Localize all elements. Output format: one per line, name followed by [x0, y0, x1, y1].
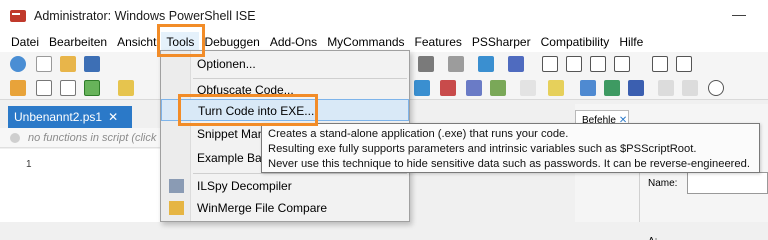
- pane-icon[interactable]: [652, 56, 668, 72]
- menu-datei[interactable]: Datei: [6, 32, 44, 52]
- tooltip-line: Never use this technique to hide sensiti…: [268, 158, 750, 170]
- pane-split-icon[interactable]: [676, 56, 692, 72]
- menu-bearbeiten[interactable]: Bearbeiten: [44, 32, 112, 52]
- new-file-icon[interactable]: [36, 56, 52, 72]
- menu-pssharper[interactable]: PSSharper: [467, 32, 536, 52]
- tool-b-icon[interactable]: [440, 80, 456, 96]
- powershell-icon: [10, 10, 26, 22]
- format-icon[interactable]: [36, 80, 52, 96]
- name-label: Name:: [648, 178, 678, 189]
- tooltip: Creates a stand-alone application (.exe)…: [261, 123, 760, 173]
- tool-i-icon[interactable]: [628, 80, 644, 96]
- line-number: 1: [26, 159, 32, 170]
- layout-side-icon[interactable]: [590, 56, 606, 72]
- menu-mycommands[interactable]: MyCommands: [322, 32, 409, 52]
- menu-features[interactable]: Features: [410, 32, 467, 52]
- layout-max-icon[interactable]: [614, 56, 630, 72]
- debug-icon[interactable]: [448, 56, 464, 72]
- function-icon: [10, 132, 20, 143]
- editor-tab-strip: Unbenannt2.ps1 ✕: [0, 104, 160, 128]
- tool-f-icon[interactable]: [548, 80, 564, 96]
- winmerge-icon: [169, 201, 184, 215]
- save-icon[interactable]: [84, 56, 100, 72]
- chevron-down-icon[interactable]: [708, 80, 724, 96]
- window-title: Administrator: Windows PowerShell ISE: [34, 9, 256, 23]
- addon-icon[interactable]: [10, 80, 26, 96]
- tool-d-icon[interactable]: [490, 80, 506, 96]
- stop-icon[interactable]: [418, 56, 434, 72]
- menu-hilfe[interactable]: Hilfe: [614, 32, 648, 52]
- script-editor[interactable]: 1: [0, 149, 160, 222]
- menu-add-ons[interactable]: Add-Ons: [265, 32, 322, 52]
- tool-e-icon[interactable]: [520, 80, 536, 96]
- tooltip-line: Resulting exe fully supports parameters …: [268, 143, 697, 155]
- menu-ansicht[interactable]: Ansicht: [112, 32, 161, 52]
- a-label: A:: [648, 236, 657, 240]
- highlight-frame-exe: [178, 94, 318, 126]
- layout-split-icon[interactable]: [566, 56, 582, 72]
- run-selection-icon[interactable]: [84, 80, 100, 96]
- layout-icon[interactable]: [542, 56, 558, 72]
- outline-icon[interactable]: [60, 80, 76, 96]
- tooltip-line: Creates a stand-alone application (.exe)…: [268, 128, 569, 140]
- menu-item-winmerge[interactable]: WinMerge File Compare: [161, 197, 409, 219]
- back-icon[interactable]: [10, 56, 26, 72]
- menu-compatibility[interactable]: Compatibility: [536, 32, 615, 52]
- ilspy-icon: [169, 179, 184, 193]
- minimize-button[interactable]: —: [732, 6, 746, 22]
- title-bar: Administrator: Windows PowerShell ISE —: [0, 0, 768, 32]
- menu-separator: [193, 173, 407, 174]
- tool-c-icon[interactable]: [466, 80, 482, 96]
- menu-debuggen[interactable]: Debuggen: [199, 32, 264, 52]
- tool-a-icon[interactable]: [414, 80, 430, 96]
- open-folder-icon[interactable]: [60, 56, 76, 72]
- tool-j-icon[interactable]: [658, 80, 674, 96]
- function-selector[interactable]: no functions in script (click: [0, 128, 160, 148]
- console-icon[interactable]: [508, 56, 524, 72]
- tool-k-icon[interactable]: [682, 80, 698, 96]
- tab-label: Unbenannt2.ps1: [14, 110, 103, 124]
- tool-g-icon[interactable]: [580, 80, 596, 96]
- function-placeholder: no functions in script (click: [28, 131, 157, 144]
- menu-bar: Datei Bearbeiten Ansicht Tools Debuggen …: [0, 32, 768, 52]
- tab-unbenannt2[interactable]: Unbenannt2.ps1 ✕: [8, 106, 132, 128]
- tool-h-icon[interactable]: [604, 80, 620, 96]
- remote-icon[interactable]: [478, 56, 494, 72]
- menu-item-ilspy[interactable]: ILSpy Decompiler: [161, 175, 409, 197]
- highlight-frame-tools: [157, 24, 205, 57]
- close-icon[interactable]: ✕: [108, 110, 118, 124]
- snippet-icon[interactable]: [118, 80, 134, 96]
- name-input[interactable]: [687, 172, 768, 194]
